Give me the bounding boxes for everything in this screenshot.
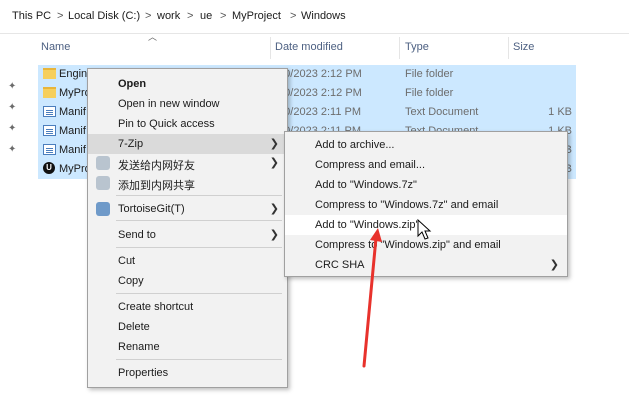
- menu-item-create-shortcut[interactable]: Create shortcut: [88, 297, 287, 317]
- menu-item-copy[interactable]: Copy: [88, 271, 287, 291]
- breadcrumb-ue[interactable]: ue: [200, 10, 212, 22]
- folder-icon: [43, 68, 56, 79]
- submenu-item-add-to-archive[interactable]: Add to archive...: [285, 135, 567, 155]
- file-name: Manif: [59, 106, 86, 118]
- address-divider: [0, 33, 629, 34]
- tortoisegit-icon: [96, 202, 110, 216]
- submenu-item-add-7z[interactable]: Add to "Windows.7z": [285, 175, 567, 195]
- share-friend-icon: [96, 156, 110, 170]
- breadcrumb-myproject[interactable]: MyProject: [232, 10, 281, 22]
- menu-separator: [116, 195, 282, 196]
- submenu-item-crc-sha[interactable]: CRC SHA ❯: [285, 255, 567, 275]
- menu-item-open[interactable]: Open: [88, 74, 287, 94]
- file-date: /20/2023 2:12 PM: [275, 87, 362, 99]
- seven-zip-submenu[interactable]: Add to archive... Compress and email... …: [284, 131, 568, 277]
- context-menu[interactable]: Open Open in new window Pin to Quick acc…: [87, 68, 288, 388]
- submenu-item-compress-email[interactable]: Compress and email...: [285, 155, 567, 175]
- pin-icon[interactable]: ✦: [8, 82, 18, 92]
- breadcrumb-separator-icon: >: [145, 10, 152, 22]
- menu-item-rename[interactable]: Rename: [88, 337, 287, 357]
- breadcrumb-separator-icon: >: [187, 10, 194, 22]
- pin-icon[interactable]: ✦: [8, 103, 18, 113]
- breadcrumb-windows[interactable]: Windows: [301, 10, 346, 22]
- column-divider[interactable]: [508, 37, 509, 59]
- chevron-right-icon: ❯: [549, 259, 559, 271]
- address-bar[interactable]: This PC > Local Disk (C:) > work > ue > …: [0, 0, 629, 34]
- file-date: /20/2023 2:12 PM: [275, 68, 362, 80]
- menu-item-tortoisegit[interactable]: TortoiseGit(T) ❯: [88, 199, 287, 219]
- network-share-icon: [96, 176, 110, 190]
- breadcrumb-separator-icon: >: [290, 10, 297, 22]
- menu-separator: [116, 247, 282, 248]
- breadcrumb-separator-icon: >: [57, 10, 64, 22]
- submenu-item-add-zip[interactable]: Add to "Windows.zip": [285, 215, 567, 235]
- breadcrumb-work[interactable]: work: [157, 10, 180, 22]
- column-divider[interactable]: [270, 37, 271, 59]
- file-name: Engin: [59, 68, 88, 80]
- chevron-right-icon: ❯: [269, 203, 279, 215]
- unreal-engine-icon: U: [43, 162, 55, 174]
- folder-icon: [43, 87, 56, 98]
- breadcrumb-local-disk[interactable]: Local Disk (C:): [68, 10, 140, 22]
- column-header-size[interactable]: Size: [513, 41, 534, 53]
- menu-separator: [116, 220, 282, 221]
- chevron-right-icon: ❯: [269, 157, 279, 169]
- menu-item-send-to[interactable]: Send to ❯: [88, 225, 287, 245]
- sort-ascending-icon: ︿: [148, 32, 158, 42]
- menu-item-delete[interactable]: Delete: [88, 317, 287, 337]
- file-type: File folder: [405, 87, 454, 99]
- submenu-item-compress-zip-email[interactable]: Compress to "Windows.zip" and email: [285, 235, 567, 255]
- column-header-type[interactable]: Type: [405, 41, 429, 53]
- text-document-icon: [43, 125, 56, 136]
- file-name: Manif: [59, 144, 86, 156]
- file-name: MyPro: [59, 163, 91, 175]
- menu-item-open-new-window[interactable]: Open in new window: [88, 94, 287, 114]
- column-header-date[interactable]: Date modified: [275, 41, 343, 53]
- chevron-right-icon: ❯: [269, 229, 279, 241]
- pin-icon[interactable]: ✦: [8, 145, 18, 155]
- breadcrumb-separator-icon: >: [220, 10, 227, 22]
- text-document-icon: [43, 144, 56, 155]
- menu-separator: [116, 359, 282, 360]
- menu-item-send-to-friend[interactable]: 发送给内网好友 ❯: [88, 153, 287, 173]
- file-size: 1 KB: [548, 106, 572, 118]
- menu-item-add-to-share[interactable]: 添加到内网共享: [88, 173, 287, 193]
- menu-item-cut[interactable]: Cut: [88, 251, 287, 271]
- file-name: Manif: [59, 125, 86, 137]
- file-type: Text Document: [405, 106, 479, 118]
- menu-item-7zip[interactable]: 7-Zip ❯: [88, 134, 287, 154]
- chevron-right-icon: ❯: [269, 138, 279, 150]
- menu-item-properties[interactable]: Properties: [88, 363, 287, 383]
- column-header-name[interactable]: Name: [41, 41, 70, 53]
- file-type: File folder: [405, 68, 454, 80]
- pin-icon[interactable]: ✦: [8, 124, 18, 134]
- file-name: MyPro: [59, 87, 91, 99]
- submenu-item-compress-7z-email[interactable]: Compress to "Windows.7z" and email: [285, 195, 567, 215]
- text-document-icon: [43, 106, 56, 117]
- breadcrumb-this-pc[interactable]: This PC: [12, 10, 51, 22]
- column-divider[interactable]: [399, 37, 400, 59]
- menu-separator: [116, 293, 282, 294]
- menu-item-pin-quick-access[interactable]: Pin to Quick access: [88, 114, 287, 134]
